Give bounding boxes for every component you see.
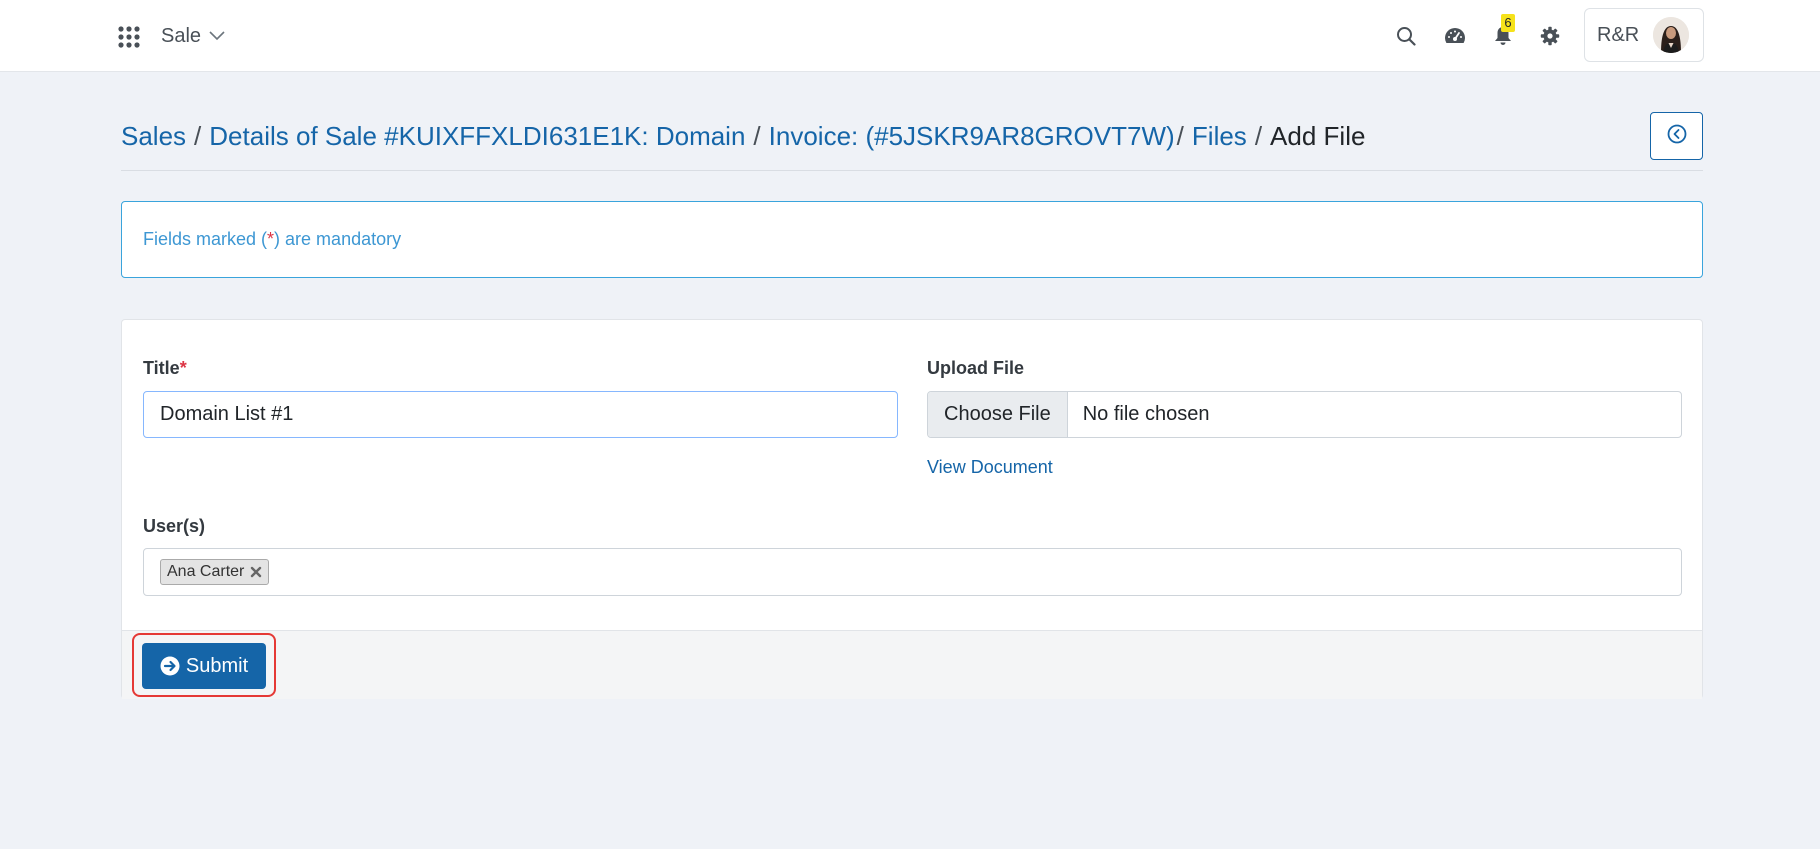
breadcrumb-separator: / <box>753 120 761 151</box>
header-divider <box>121 170 1703 171</box>
notification-count-badge: 6 <box>1501 14 1515 32</box>
alert-text-prefix: Fields marked ( <box>143 229 268 249</box>
dashboard-icon[interactable] <box>1441 22 1469 50</box>
apps-grid-icon[interactable] <box>118 26 140 48</box>
view-document-link[interactable]: View Document <box>927 457 1053 478</box>
top-navbar: Sale 6 R&R <box>0 0 1820 72</box>
alert-required-marker: * <box>267 229 275 249</box>
title-label-text: Title <box>143 358 180 378</box>
selected-user-name: Ana Carter <box>167 563 245 580</box>
breadcrumb-files[interactable]: Files <box>1192 121 1247 152</box>
title-label: Title* <box>143 358 187 379</box>
title-input[interactable] <box>143 391 898 438</box>
chevron-down-icon <box>209 31 225 41</box>
breadcrumb-separator: / <box>1176 120 1184 151</box>
breadcrumb-current: Add File <box>1270 120 1366 151</box>
user-menu[interactable]: R&R <box>1584 8 1704 62</box>
search-icon[interactable] <box>1392 22 1420 50</box>
users-label: User(s) <box>143 516 206 536</box>
close-icon[interactable] <box>250 566 262 578</box>
breadcrumb-separator: / <box>1254 120 1263 151</box>
breadcrumb-sales[interactable]: Sales <box>121 121 186 152</box>
breadcrumb-separator: / <box>194 120 202 151</box>
breadcrumb-sale-details[interactable]: Details of Sale #KUIXFFXLDI631E1K: Domai… <box>209 121 745 152</box>
arrow-right-circle-icon <box>160 656 180 676</box>
module-switcher[interactable]: Sale <box>161 22 225 50</box>
choose-file-button[interactable]: Choose File <box>928 392 1068 437</box>
gear-icon[interactable] <box>1536 22 1564 50</box>
arrow-left-circle-icon <box>1667 124 1687 149</box>
upload-file-label: Upload File <box>927 358 1025 378</box>
submit-button[interactable]: Submit <box>142 643 266 689</box>
breadcrumb-invoice[interactable]: Invoice: (#5JSKR9AR8GROVT7W) <box>769 121 1175 152</box>
upload-file-input[interactable]: Choose File No file chosen <box>927 391 1682 438</box>
module-name: Sale <box>161 24 202 47</box>
alert-text-suffix: ) are mandatory <box>274 229 402 249</box>
required-marker: * <box>179 358 187 378</box>
file-status: No file chosen <box>1082 403 1210 425</box>
users-select[interactable]: Ana Carter <box>143 548 1682 596</box>
user-initials: R&R <box>1597 23 1640 46</box>
form-footer: Submit <box>122 630 1702 699</box>
mandatory-fields-alert: Fields marked (*) are mandatory <box>121 201 1703 278</box>
back-button[interactable] <box>1650 112 1703 160</box>
submit-label: Submit <box>185 654 249 677</box>
breadcrumb: Sales / Details of Sale #KUIXFFXLDI631E1… <box>121 118 1365 154</box>
selected-user-tag: Ana Carter <box>160 559 270 585</box>
avatar <box>1653 17 1690 53</box>
add-file-form: Title* Upload File Choose File No file c… <box>121 319 1703 699</box>
